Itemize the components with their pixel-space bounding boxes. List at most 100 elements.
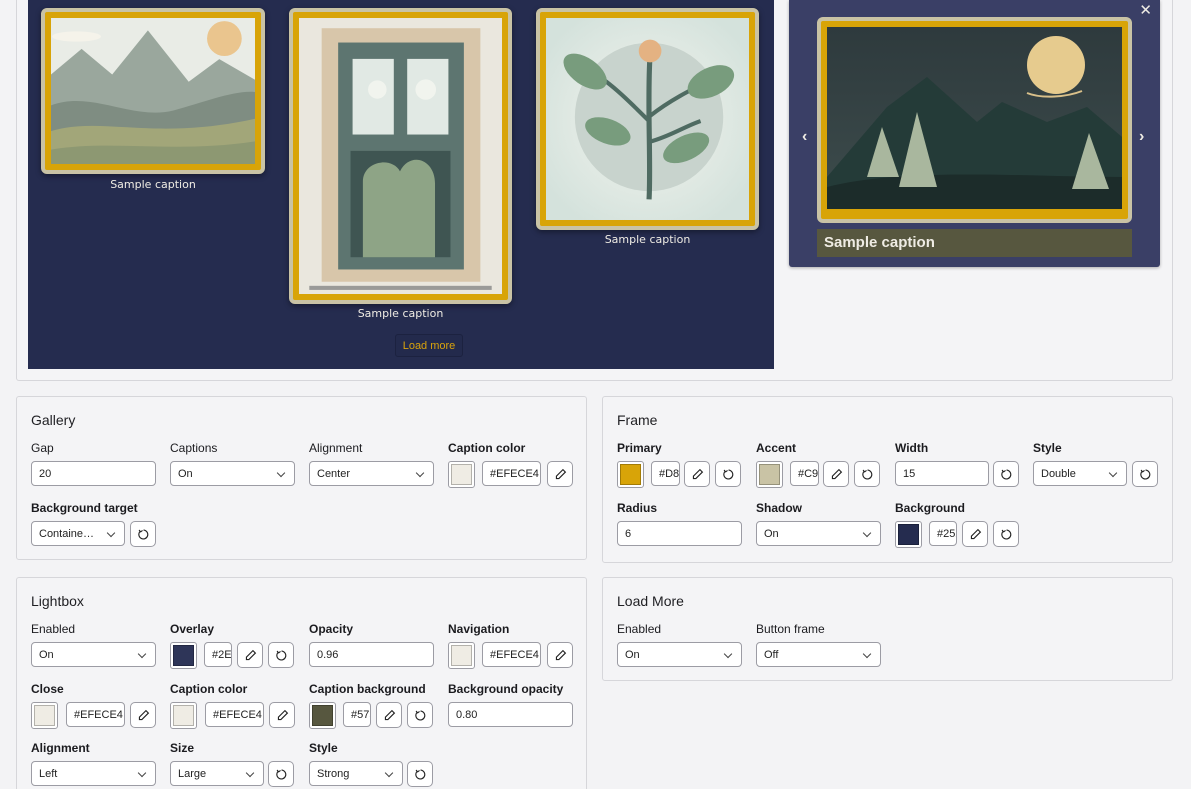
reset-button[interactable] [407,761,433,787]
eyedropper-button[interactable] [547,461,573,487]
reset-button[interactable] [993,461,1019,487]
accent-field: Accent #C9C3A5 [756,441,880,488]
style-select[interactable]: Double [1033,461,1127,486]
captions-field: Captions On [170,441,295,486]
reset-button[interactable] [854,461,880,487]
accent-color-swatch[interactable] [756,461,783,488]
caption-color-swatch[interactable] [448,461,475,488]
navigation-hex-input[interactable]: #EFECE4 [482,642,541,667]
lightbox-preview: ✕ ‹ › Sample caption [789,0,1160,267]
close-color-swatch[interactable] [31,702,58,729]
eyedropper-button[interactable] [547,642,573,668]
width-field: Width 15 [895,441,1019,487]
reset-icon [861,468,872,480]
night-mountains-artwork [827,27,1122,213]
gallery-item-caption: Sample caption [110,178,196,191]
gallery-stage: Sample caption Sample caption Sample cap… [28,0,774,369]
eyedropper-button[interactable] [962,521,988,547]
field-label: Caption background [309,682,426,696]
chevron-right-icon[interactable]: › [1139,128,1144,146]
eyedropper-icon [692,468,703,479]
caption-background-swatch[interactable] [309,702,336,729]
eyedropper-button[interactable] [684,461,710,487]
gap-input[interactable]: 20 [31,461,156,486]
background-target-select[interactable]: Containe… [31,521,125,546]
alignment-select[interactable]: Center [309,461,434,486]
opacity-input[interactable]: 0.96 [309,642,434,667]
reset-button[interactable] [1132,461,1158,487]
field-label: Background target [31,501,138,515]
lightbox-enabled-select[interactable]: On [31,642,156,667]
background-opacity-input[interactable]: 0.80 [448,702,573,727]
radius-input[interactable]: 6 [617,521,742,546]
reset-button[interactable] [268,761,294,787]
field-label: Width [895,441,929,455]
gallery-item-frame[interactable] [289,8,512,304]
field-label: Navigation [448,622,510,636]
field-label: Primary [617,441,662,455]
width-input[interactable]: 15 [895,461,989,486]
close-color-field: Close #EFECE4 [31,682,156,729]
caption-color-swatch[interactable] [170,702,197,729]
eyedropper-icon [245,649,256,660]
caption-color-field: Caption color #EFECE4 [448,441,573,488]
lightbox-enabled-field: Enabled On [31,622,156,667]
load-more-enabled-field: Enabled On [617,622,742,667]
reset-button[interactable] [130,521,156,547]
caption-size-field: Size Large [170,741,294,787]
gallery-item-caption: Sample caption [604,233,691,246]
load-more-enabled-select[interactable]: On [617,642,742,667]
caption-color-hex-input[interactable]: #EFECE4 [482,461,541,486]
field-label: Caption color [170,682,248,696]
caption-alignment-field: Alignment Left [31,741,156,786]
load-more-button[interactable]: Load more [395,334,463,357]
caption-color-hex-input[interactable]: #EFECE4 [205,702,264,727]
caption-background-hex-input[interactable]: #57573F [343,702,371,727]
chevron-left-icon[interactable]: ‹ [802,128,807,146]
eyedropper-icon [277,709,288,720]
overlay-hex-input[interactable]: #2E3558 [204,642,232,667]
reset-icon [414,768,425,780]
eyedropper-button[interactable] [237,642,263,668]
captions-select[interactable]: On [170,461,295,486]
close-hex-input[interactable]: #EFECE4 [66,702,125,727]
button-frame-select[interactable]: Off [756,642,881,667]
reset-button[interactable] [715,461,741,487]
caption-size-select[interactable]: Large [170,761,264,786]
eyedropper-button[interactable] [823,461,849,487]
reset-button[interactable] [407,702,433,728]
field-label: Close [31,682,64,696]
reset-button[interactable] [268,642,294,668]
reset-button[interactable] [993,521,1019,547]
eyedropper-button[interactable] [130,702,156,728]
overlay-color-swatch[interactable] [170,642,197,669]
eyedropper-button[interactable] [376,702,402,728]
shadow-field: Shadow On [756,501,881,546]
gallery-item-frame[interactable] [41,8,265,174]
lightbox-caption: Sample caption [817,229,1132,257]
field-label: Accent [756,441,797,455]
field-label: Style [1033,441,1062,455]
eyedropper-icon [384,709,395,720]
caption-style-select[interactable]: Strong [309,761,403,786]
field-label: Enabled [617,622,662,636]
field-label: Enabled [31,622,76,636]
alignment-field: Alignment Center [309,441,434,486]
eyedropper-icon [970,528,981,539]
close-icon[interactable]: ✕ [1139,3,1152,18]
field-label: Size [170,741,195,755]
background-color-swatch[interactable] [895,521,922,548]
reset-icon [1000,528,1011,540]
primary-color-swatch[interactable] [617,461,644,488]
accent-hex-input[interactable]: #C9C3A5 [790,461,819,486]
field-label: Opacity [309,622,354,636]
caption-alignment-select[interactable]: Left [31,761,156,786]
shadow-select[interactable]: On [756,521,881,546]
doorway-artwork [299,18,502,294]
caption-style-field: Style Strong [309,741,433,787]
background-hex-input[interactable]: #252C4F [929,521,957,546]
primary-hex-input[interactable]: #D8A408 [651,461,680,486]
gallery-item-frame[interactable] [536,8,759,230]
navigation-color-swatch[interactable] [448,642,475,669]
eyedropper-button[interactable] [269,702,295,728]
